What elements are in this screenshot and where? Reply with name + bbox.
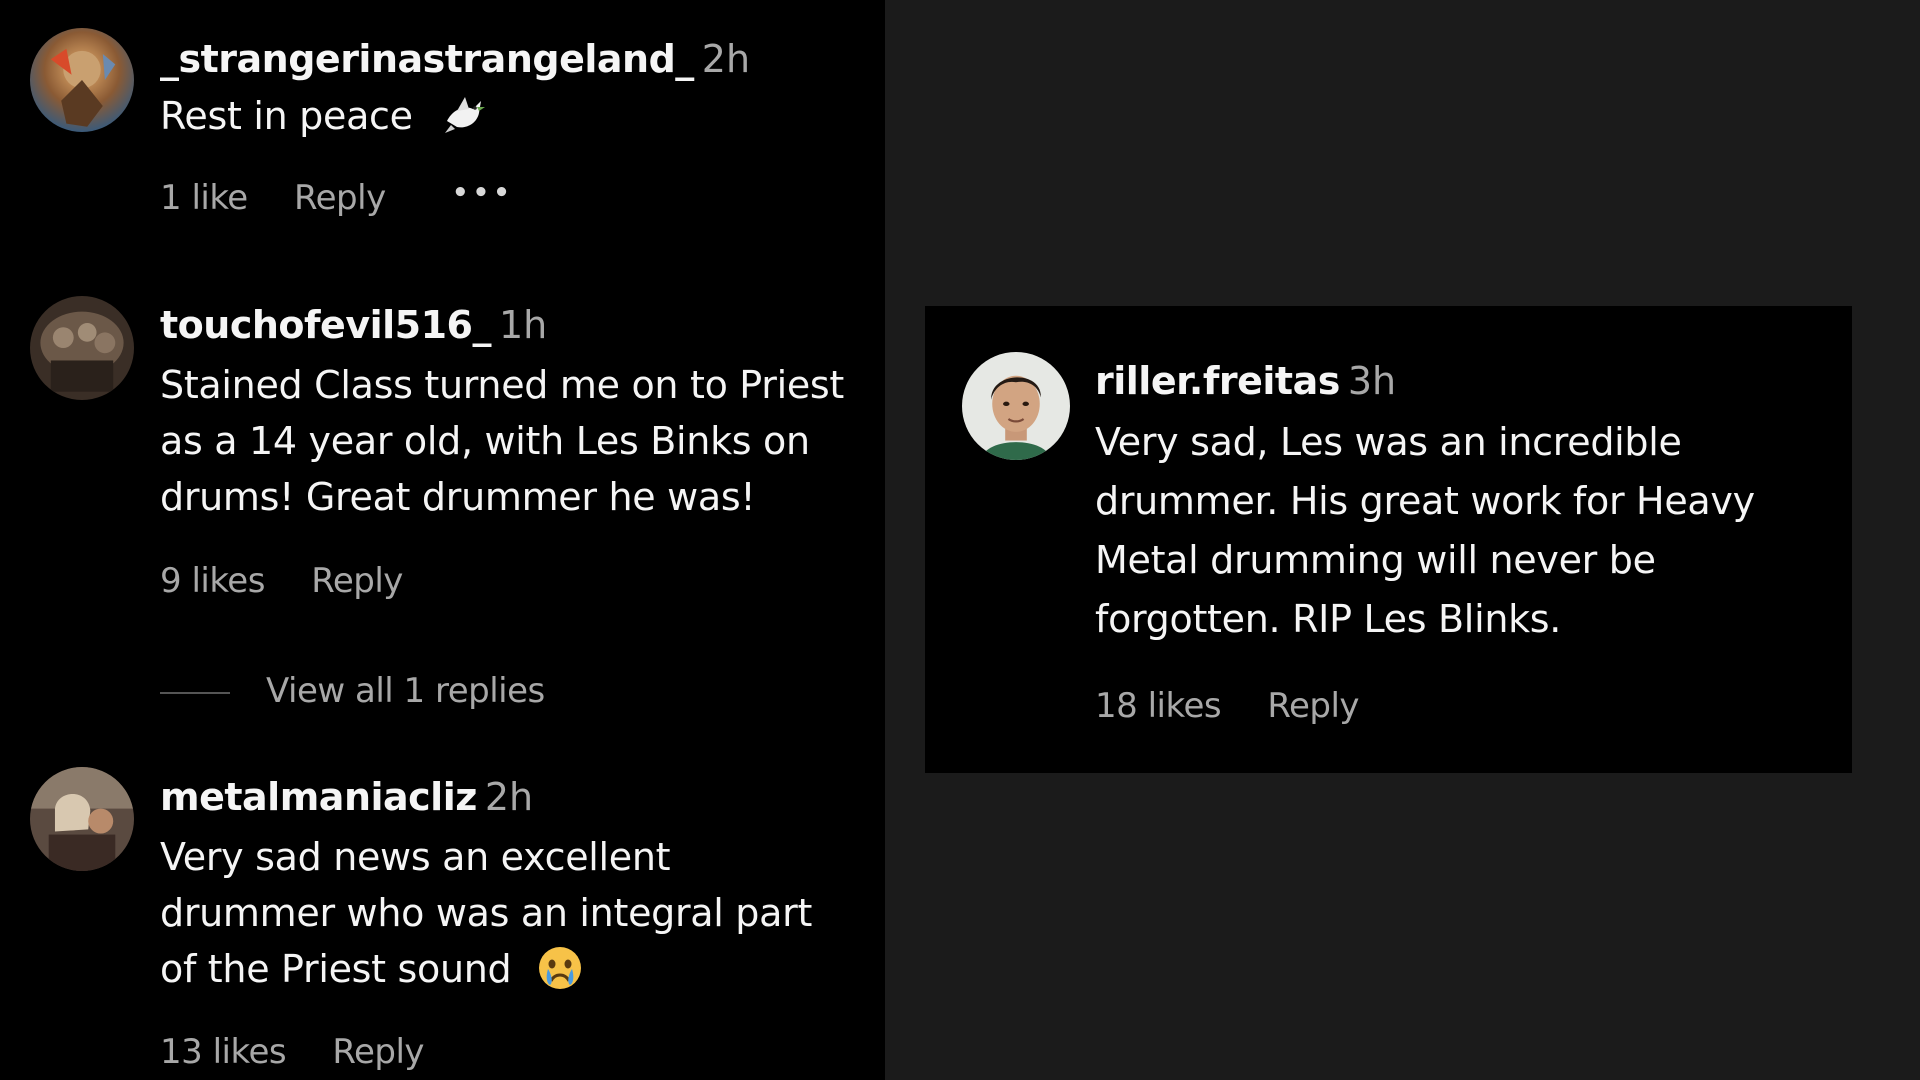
reply-button[interactable]: Reply [311,561,403,601]
comment-timestamp[interactable]: 1h [499,303,547,347]
view-replies-button[interactable]: View all 1 replies [160,671,545,711]
reply-button[interactable]: Reply [294,178,386,218]
username-link[interactable]: touchofevil516_ [160,303,491,347]
comment-timestamp[interactable]: 2h [485,775,533,819]
avatar[interactable] [30,767,134,871]
likes-count[interactable]: 18 likes [1095,686,1222,726]
comment-text: Rest in peace [160,88,487,144]
comment-text: Stained Class turned me on to Priest as … [160,357,844,525]
comment-text-line: Very sad, Les was an incredible [1095,420,1682,464]
comment-actions: 13 likes Reply [160,1032,425,1072]
more-options-icon[interactable]: ••• [452,178,514,208]
featured-comment-card: riller.freitas 3h Very sad, Les was an in… [925,306,1852,773]
avatar-image-icon [30,767,134,871]
comment-timestamp[interactable]: 2h [702,37,750,81]
comment-text-line: drums! Great drummer he was! [160,475,756,519]
comment-header: _strangerinastrangeland_ 2h [160,36,750,82]
username-link[interactable]: _strangerinastrangeland_ [160,37,694,81]
crying-face-icon [537,945,583,991]
replies-divider [160,691,230,694]
comment-header: riller.freitas 3h [1095,358,1396,404]
comment-actions: 18 likes Reply [1095,686,1360,726]
reply-button[interactable]: Reply [332,1032,424,1072]
comment-header: touchofevil516_ 1h [160,302,547,348]
view-replies-label: View all 1 replies [266,671,545,711]
dove-icon [439,91,487,139]
avatar[interactable] [30,28,134,132]
comment-text-line: drummer. His great work for Heavy [1095,479,1755,523]
comment-text-line: forgotten. RIP Les Blinks. [1095,597,1562,641]
avatar-image-icon [962,352,1070,460]
comment-text: Very sad, Les was an incredible drummer.… [1095,413,1755,649]
comment-text-line: Metal drumming will never be [1095,538,1656,582]
comment-text: Very sad news an excellent drummer who w… [160,829,812,997]
left-comments-panel: _strangerinastrangeland_ 2h Rest in peace… [0,0,885,1080]
avatar[interactable] [30,296,134,400]
likes-count[interactable]: 9 likes [160,561,265,601]
comment-text-line: Rest in peace [160,88,487,144]
avatar-image-icon [30,28,134,132]
comment-text-line: as a 14 year old, with Les Binks on [160,419,810,463]
comment-actions: 9 likes Reply [160,561,403,601]
reply-button[interactable]: Reply [1267,686,1359,726]
username-link[interactable]: metalmaniacliz [160,775,477,819]
comment-text-line-content: of the Priest sound [160,947,512,991]
comment-text-line: Very sad news an excellent [160,835,671,879]
comment-text-line-content: Rest in peace [160,94,413,138]
comment-text-line: drummer who was an integral part [160,891,813,935]
comment-timestamp[interactable]: 3h [1348,359,1396,403]
comment-header: metalmaniacliz 2h [160,774,533,820]
comment-text-line: Stained Class turned me on to Priest [160,363,844,407]
comment-text-line: of the Priest sound [160,941,812,997]
username-link[interactable]: riller.freitas [1095,359,1340,403]
avatar-image-icon [30,296,134,400]
comment-actions: 1 like Reply [160,178,386,218]
likes-count[interactable]: 13 likes [160,1032,287,1072]
likes-count[interactable]: 1 like [160,178,248,218]
avatar[interactable] [962,352,1070,460]
